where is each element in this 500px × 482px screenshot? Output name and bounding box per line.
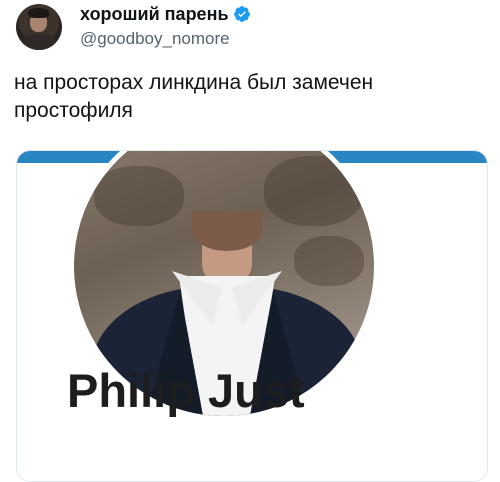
avatar-shirt — [22, 34, 56, 50]
background-rock — [94, 166, 184, 226]
photo-beard — [192, 211, 262, 251]
author-name[interactable]: хороший парень — [80, 3, 251, 25]
attached-image[interactable]: Philip Just — [16, 150, 488, 482]
profile-name: Philip Just — [67, 364, 305, 417]
author-avatar[interactable] — [16, 4, 62, 50]
author-handle[interactable]: @goodboy_nomore — [80, 28, 230, 50]
verified-badge-icon — [233, 6, 250, 22]
avatar-hair — [28, 8, 49, 18]
author-display-name[interactable]: хороший парень — [80, 3, 229, 25]
background-rock — [294, 236, 364, 286]
background-rock — [264, 156, 364, 226]
tweet-text: на просторах линкдина был замечен просто… — [14, 71, 374, 122]
tweet: хороший парень @goodboy_nomore на просто… — [0, 0, 500, 482]
